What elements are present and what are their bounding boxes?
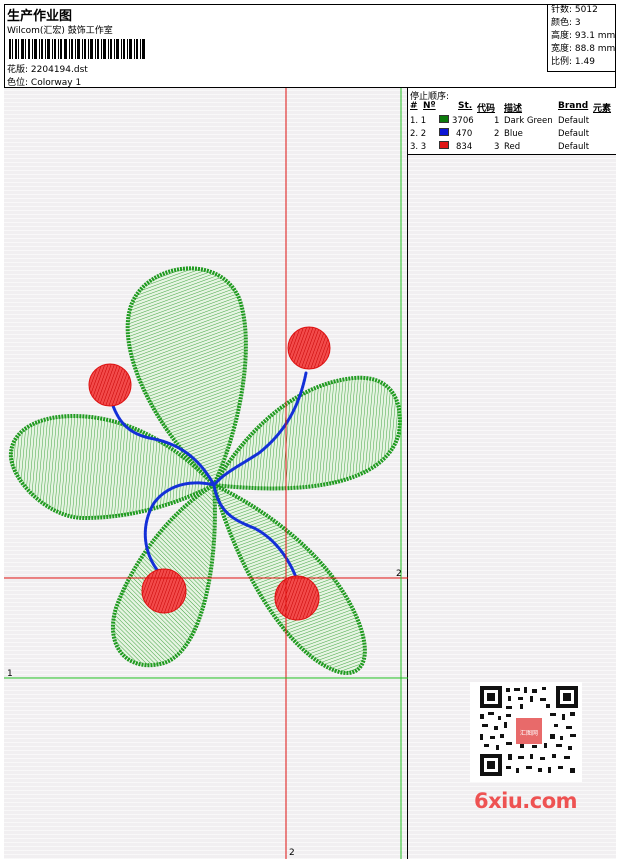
row-description: Dark Green [504,116,553,126]
row-code: 1 [494,116,500,126]
row-description: Blue [504,129,523,139]
colorway-line: 色位: Colorway 1 [7,75,81,88]
row-number: 1. 1 [410,116,427,126]
studio-name: Wilcom(汇宏) 鼓饰工作室 [7,26,113,36]
row-stitches: 834 [456,142,473,152]
design-info-box: 针数: 5012 颜色: 3 高度: 93.1 mm 宽度: 88.8 mm 比… [547,4,616,72]
watermark-text: 6xiu.com [474,789,578,813]
design-file-line: 花版: 2204194.dst [7,62,88,75]
color-swatch [439,128,449,136]
design-label: 花版: [7,65,29,75]
table-row: 1. 1 3706 1 Dark Green Default [408,115,616,127]
row-description: Red [504,142,521,152]
row-brand: Default [558,129,590,139]
qr-code: 汇图网 [470,682,582,782]
design-file: 2204194.dst [30,65,88,75]
col-header-code: 代码 [477,104,496,114]
col-header-element: 元素 [593,104,612,114]
color-count: 颜色: 3 [551,18,581,28]
col-header-brand: Brand [558,101,589,111]
design-canvas [4,88,408,859]
embroidery-artwork [4,88,408,859]
design-scale: 比例: 1.49 [551,57,595,67]
qr-stamp-text: 汇图网 [520,729,538,737]
bud-left-bottom [141,568,187,614]
row-brand: Default [558,142,590,152]
row-code: 2 [494,129,500,139]
col-header-description: 描述 [504,104,523,114]
table-row: 3. 3 834 3 Red Default [408,141,616,153]
bud-right-bottom [274,575,320,621]
col-header-stitches: St. [458,101,473,111]
colorway-name: Colorway 1 [30,78,82,88]
row-number: 3. 3 [410,142,427,152]
stitch-count: 针数: 5012 [551,5,598,15]
row-stitches: 3706 [452,116,474,126]
table-row: 2. 2 470 2 Blue Default [408,128,616,140]
design-width: 宽度: 88.8 mm [551,44,616,54]
color-swatch [439,141,449,149]
page-title: 生产作业图 [7,9,73,24]
bud-right-top [287,326,331,370]
guide-marker-right: 2 [396,569,402,579]
guide-marker-bottom: 2 [289,848,295,858]
color-swatch [439,115,449,123]
stop-sequence-table: 停止顺序: # Nº St. 代码 描述 Brand 元素 1. 1 3706 … [408,88,616,155]
barcode-image [9,39,145,59]
row-brand: Default [558,116,590,126]
col-header-number: Nº [423,101,436,111]
col-header-index: # [410,101,418,111]
row-stitches: 470 [456,129,473,139]
colorway-label: 色位: [7,78,29,88]
row-number: 2. 2 [410,129,427,139]
bud-left-top [88,363,132,407]
design-height: 高度: 93.1 mm [551,31,616,41]
header: 生产作业图 Wilcom(汇宏) 鼓饰工作室 花版: 2204194.dst 色… [4,4,616,88]
guide-marker-left: 1 [7,669,13,679]
row-code: 3 [494,142,500,152]
